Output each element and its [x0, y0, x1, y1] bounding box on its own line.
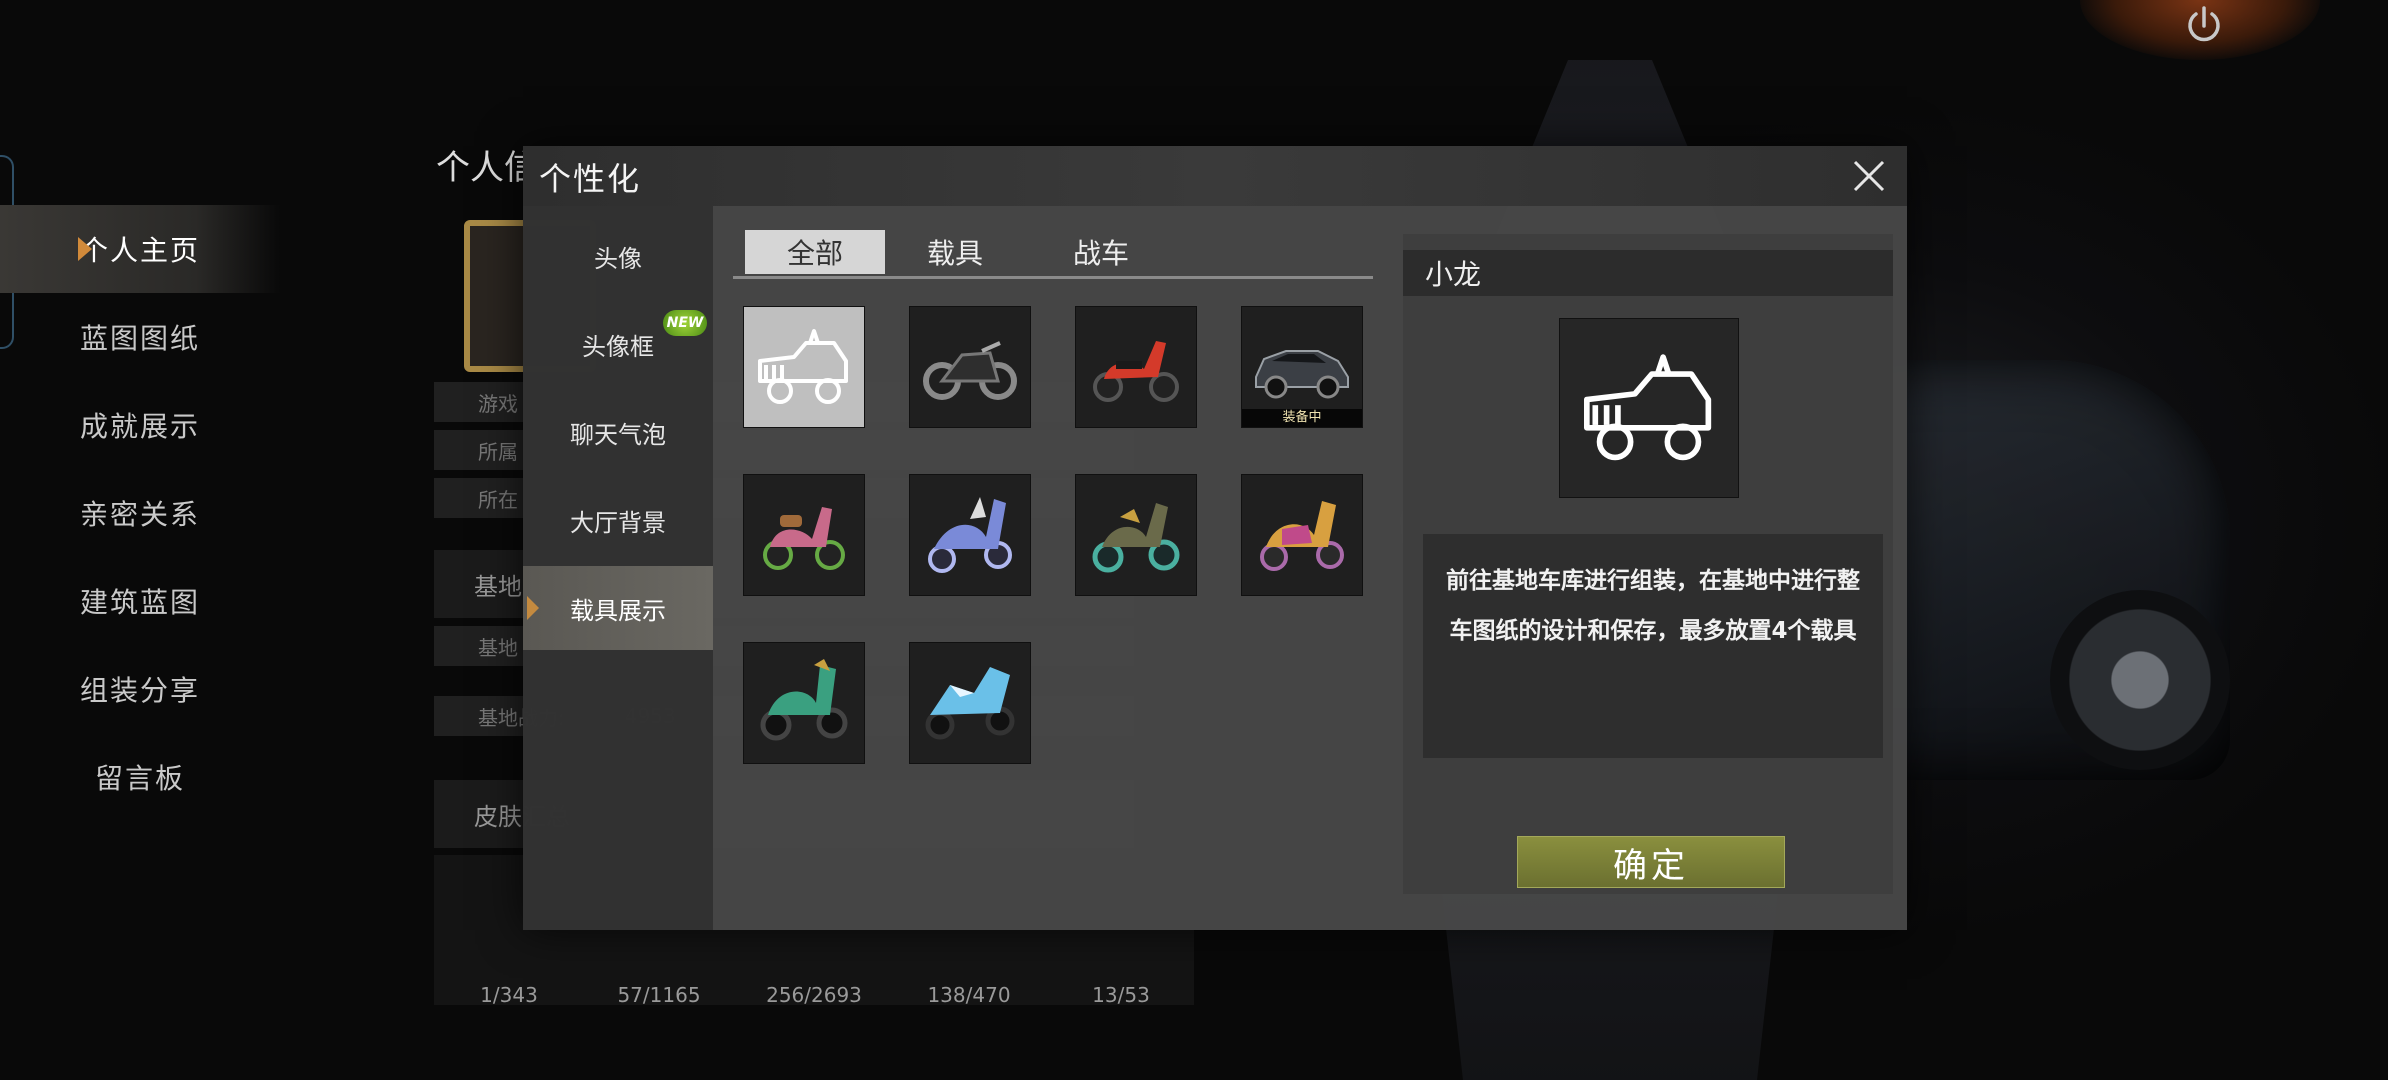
nav-item-guestbook[interactable]: 留言板: [0, 733, 280, 821]
armored-truck-icon: [758, 329, 848, 404]
nav-label: 亲密关系: [79, 498, 200, 531]
vehicle-name: 小龙: [1403, 250, 1893, 296]
nav-item-share[interactable]: 组装分享: [0, 645, 280, 733]
equipped-tag: 装备中: [1242, 409, 1362, 427]
stat-value: 138/470: [927, 983, 1011, 1007]
vehicle-item[interactable]: [1075, 474, 1197, 596]
modal-title: 个性化: [539, 160, 642, 198]
category-label: 头像框: [582, 332, 654, 361]
vehicle-description: 前往基地车库进行组装，在基地中进行整车图纸的设计和保存，最多放置4个载具: [1423, 534, 1883, 758]
personalization-modal: 个性化 头像 头像框 NEW 聊天气泡 大厅背景 载具展示 全部 载具 战车 装…: [523, 146, 1907, 930]
category-lobby-bg[interactable]: 大厅背景: [523, 478, 713, 562]
teal-scooter-icon: [1092, 503, 1180, 573]
filter-tabs: 全部 载具 战车: [733, 230, 1373, 279]
nav-item-home[interactable]: 个人主页: [0, 205, 280, 293]
nav-label: 留言板: [94, 762, 185, 795]
power-icon[interactable]: [2182, 4, 2226, 48]
category-avatar[interactable]: 头像: [523, 214, 713, 298]
confirm-button[interactable]: 确定: [1517, 836, 1785, 888]
blue-scooter-icon: [928, 497, 1012, 573]
new-badge: NEW: [663, 310, 707, 336]
category-chat-bubble[interactable]: 聊天气泡: [523, 390, 713, 474]
nav-label: 个人主页: [79, 234, 200, 267]
nav-item-achievements[interactable]: 成就展示: [0, 381, 280, 469]
tab-vehicles[interactable]: 载具: [885, 230, 1025, 274]
detail-panel: 小龙 前往基地车库进行组装，在基地中进行整车图纸的设计和保存，最多放置4个载具: [1403, 234, 1893, 894]
modal-header: 个性化: [523, 146, 1907, 206]
tab-all[interactable]: 全部: [745, 230, 885, 274]
nav-label: 组装分享: [79, 674, 200, 707]
stat-value: 1/343: [480, 983, 538, 1007]
vehicle-preview: [1559, 318, 1739, 498]
nav-label: 成就展示: [79, 410, 200, 443]
close-icon[interactable]: [1849, 156, 1889, 196]
ice-scooter-icon: [925, 667, 1015, 740]
category-label: 聊天气泡: [570, 420, 666, 449]
stat-value: 57/1165: [617, 983, 701, 1007]
tab-war-vehicles[interactable]: 战车: [1031, 230, 1171, 274]
stat-value: 256/2693: [766, 983, 862, 1007]
left-nav: 个人主页 蓝图图纸 成就展示 亲密关系 建筑蓝图 组装分享 留言板: [0, 205, 280, 821]
active-arrow-icon: [78, 237, 92, 261]
vehicle-item[interactable]: [909, 306, 1031, 428]
stat-value: 13/53: [1092, 983, 1150, 1007]
vehicle-item[interactable]: [909, 642, 1031, 764]
nav-label: 蓝图图纸: [79, 322, 200, 355]
gold-scooter-icon: [1260, 501, 1344, 571]
motorcycle-icon: [923, 341, 1017, 400]
dragon-scooter-icon: [760, 659, 848, 741]
nav-item-blueprint[interactable]: 蓝图图纸: [0, 293, 280, 381]
category-vehicle-display[interactable]: 载具展示: [523, 566, 713, 650]
category-label: 头像: [594, 244, 642, 273]
car-wheel: [2050, 590, 2230, 770]
category-column: 头像 头像框 NEW 聊天气泡 大厅背景 载具展示: [523, 206, 713, 930]
vehicle-item[interactable]: [1241, 474, 1363, 596]
armored-truck-icon: [1584, 354, 1712, 461]
pink-scooter-icon: [763, 507, 845, 570]
vehicle-item[interactable]: 装备中: [1241, 306, 1363, 428]
vehicle-item[interactable]: [743, 642, 865, 764]
vehicle-item[interactable]: [743, 474, 865, 596]
category-label: 载具展示: [570, 596, 666, 625]
vehicle-item[interactable]: [1075, 306, 1197, 428]
nav-item-relations[interactable]: 亲密关系: [0, 469, 280, 557]
category-label: 大厅背景: [570, 508, 666, 537]
scooter-icon: [1093, 341, 1179, 402]
nav-item-building[interactable]: 建筑蓝图: [0, 557, 280, 645]
vehicle-item[interactable]: [743, 306, 865, 428]
nav-label: 建筑蓝图: [79, 586, 200, 619]
suv-car-icon: [1255, 350, 1349, 399]
vehicle-item[interactable]: [909, 474, 1031, 596]
